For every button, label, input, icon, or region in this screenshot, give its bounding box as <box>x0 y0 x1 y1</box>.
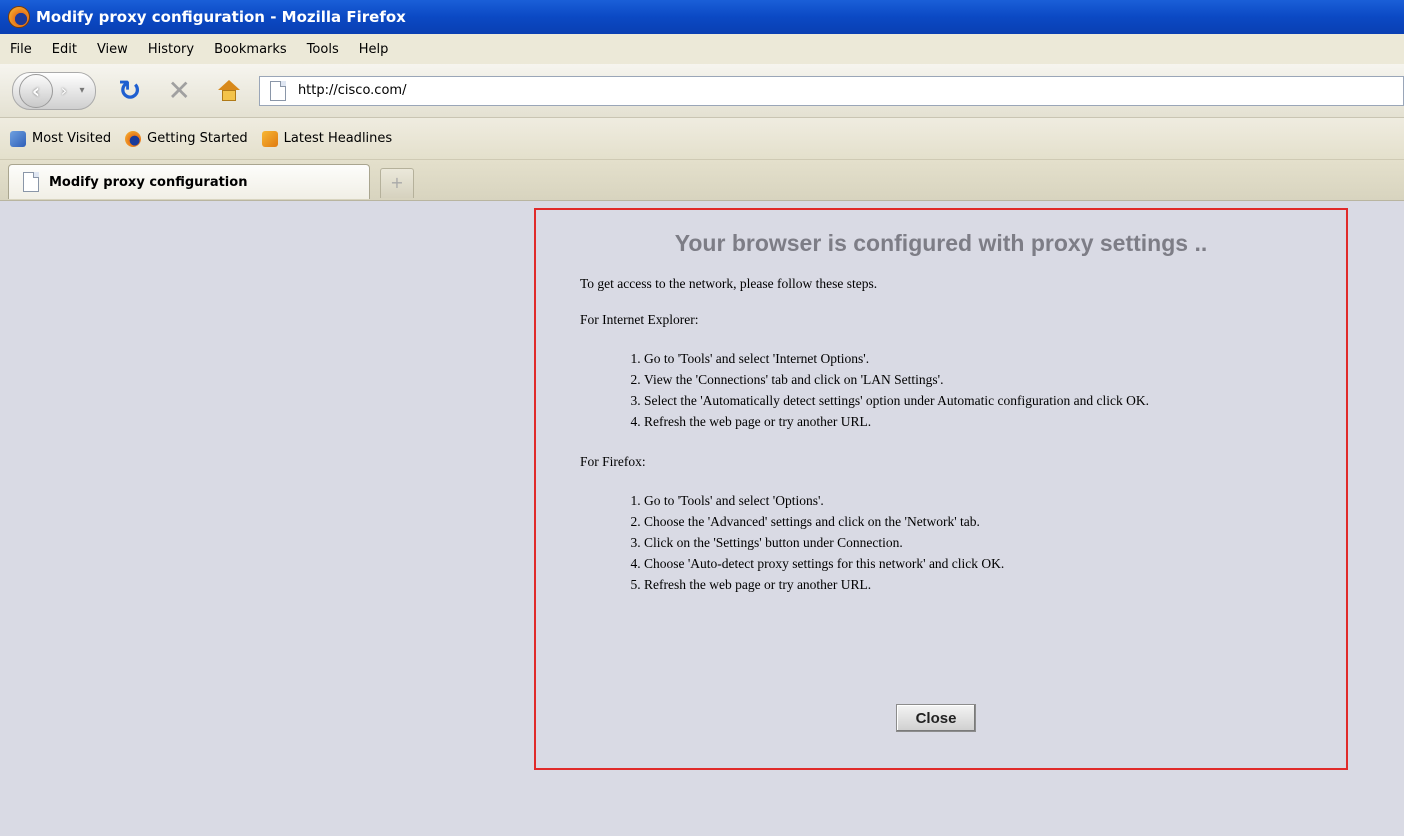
menu-tools[interactable]: Tools <box>307 42 339 57</box>
tab-modify-proxy[interactable]: Modify proxy configuration <box>8 164 370 199</box>
firefox-logo-icon <box>8 6 30 28</box>
menu-bookmarks[interactable]: Bookmarks <box>214 42 287 57</box>
bookmark-label: Most Visited <box>32 131 112 146</box>
bookmark-label: Getting Started <box>147 131 248 146</box>
home-button[interactable] <box>217 79 241 102</box>
window-title-bar: Modify proxy configuration - Mozilla Fir… <box>0 0 1404 34</box>
address-url: http://cisco.com/ <box>297 83 407 98</box>
most-visited-icon <box>10 130 26 147</box>
reload-button[interactable]: ↻ <box>118 74 141 107</box>
menu-view[interactable]: View <box>97 42 128 57</box>
ie-step: Refresh the web page or try another URL. <box>644 411 1320 432</box>
firefox-step: Choose the 'Advanced' settings and click… <box>644 511 1320 532</box>
bookmarks-toolbar: Most Visited Getting Started Latest Head… <box>0 118 1404 160</box>
page-content: Your browser is configured with proxy se… <box>0 201 1404 836</box>
stop-button[interactable]: ✕ <box>167 74 190 107</box>
window-title: Modify proxy configuration - Mozilla Fir… <box>36 8 406 26</box>
home-icon <box>217 79 240 90</box>
page-icon <box>269 80 286 101</box>
dialog-body: To get access to the network, please fol… <box>580 276 1320 617</box>
bookmark-latest-headlines[interactable]: Latest Headlines <box>261 130 393 147</box>
address-bar[interactable]: http://cisco.com/ <box>258 75 1404 106</box>
ie-step: Go to 'Tools' and select 'Internet Optio… <box>644 348 1320 369</box>
bookmark-getting-started[interactable]: Getting Started <box>125 130 248 147</box>
intro-text: To get access to the network, please fol… <box>580 276 878 291</box>
firefox-steps-list: Go to 'Tools' and select 'Options'. Choo… <box>580 490 1320 595</box>
proxy-warning-dialog: Your browser is configured with proxy se… <box>534 208 1348 770</box>
menu-file[interactable]: File <box>10 42 32 57</box>
navigation-toolbar: ‹ › ▾ ↻ ✕ http://cisco.com/ <box>0 64 1404 118</box>
bookmark-label: Latest Headlines <box>283 131 393 146</box>
back-button[interactable]: ‹ <box>19 73 53 108</box>
firefox-step: Click on the 'Settings' button under Con… <box>644 532 1320 553</box>
menu-bar: File Edit View History Bookmarks Tools H… <box>0 34 1404 64</box>
dialog-title: Your browser is configured with proxy se… <box>674 230 1208 256</box>
close-button[interactable]: Close <box>896 704 976 732</box>
firefox-step: Refresh the web page or try another URL. <box>644 574 1320 595</box>
rss-feed-icon <box>261 130 278 147</box>
menu-edit[interactable]: Edit <box>52 42 77 57</box>
firefox-icon <box>125 130 142 147</box>
history-dropdown-icon[interactable]: ▾ <box>75 85 89 96</box>
ie-steps-list: Go to 'Tools' and select 'Internet Optio… <box>580 348 1320 432</box>
back-forward-group: ‹ › ▾ <box>12 71 96 110</box>
new-tab-button[interactable]: + <box>380 168 414 198</box>
tab-strip: Modify proxy configuration + <box>0 160 1404 201</box>
page-icon <box>23 172 39 192</box>
ie-step: View the 'Connections' tab and click on … <box>644 369 1320 390</box>
menu-history[interactable]: History <box>148 42 194 57</box>
forward-button[interactable]: › <box>53 81 75 100</box>
firefox-step: Go to 'Tools' and select 'Options'. <box>644 490 1320 511</box>
firefox-heading: For Firefox: <box>580 454 646 469</box>
firefox-step: Choose 'Auto-detect proxy settings for t… <box>644 553 1320 574</box>
bookmark-most-visited[interactable]: Most Visited <box>10 130 112 147</box>
ie-step: Select the 'Automatically detect setting… <box>644 390 1320 411</box>
menu-help[interactable]: Help <box>359 42 389 57</box>
ie-heading: For Internet Explorer: <box>580 312 699 327</box>
tab-label: Modify proxy configuration <box>49 174 248 190</box>
